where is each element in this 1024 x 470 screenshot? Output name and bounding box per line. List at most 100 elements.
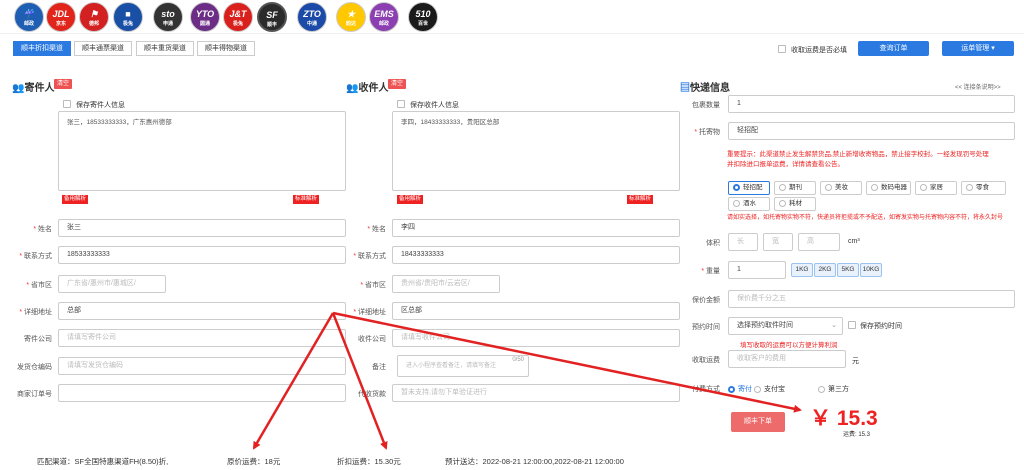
goods-input[interactable]: 轻招配	[728, 122, 1015, 140]
carrier-logo[interactable]: YTO 圆通	[190, 2, 220, 32]
recipient-phone-input[interactable]: 18433333333	[392, 246, 680, 264]
pickup-time-select[interactable]: 选择预约取件时间 ⌄	[728, 317, 843, 335]
goods-category-option[interactable]: 期刊	[774, 181, 816, 195]
fee-required-checkbox[interactable]	[778, 45, 786, 53]
carrier-logo-name: 德邦	[88, 21, 99, 27]
recipient-alt-parse-button[interactable]: 备用解析	[397, 195, 424, 204]
carrier-logo[interactable]: SF 顺丰	[257, 2, 287, 32]
remark-label: 备注	[372, 364, 386, 371]
carrier-logo-name: 顺丰	[266, 22, 277, 28]
carrier-logo-mark: YTO	[195, 9, 215, 19]
sender-name-input[interactable]: 张三	[58, 219, 346, 237]
goods-category-option[interactable]: 耗材	[774, 197, 816, 211]
goods-category-option[interactable]: 家居	[915, 181, 957, 195]
collect-fee-label: 收取运费	[692, 357, 720, 364]
carrier-logo[interactable]: EMS 邮政	[369, 2, 399, 32]
goods-category-option[interactable]: 零食	[961, 181, 1006, 195]
sender-std-parse-button[interactable]: 标准解析	[293, 195, 320, 204]
carrier-logo-name: 邮政	[23, 21, 34, 27]
discount-fee-text: 折扣运费：15.30元	[337, 457, 401, 466]
recipient-company-input[interactable]: 请填写收件公司	[392, 329, 680, 347]
save-pickup-time-checkbox[interactable]	[848, 321, 856, 329]
tab-dewu-channel[interactable]: 顺丰得物渠道	[197, 41, 255, 56]
sender-alt-parse-button[interactable]: 备用解析	[62, 195, 89, 204]
carrier-logo-mark: EMS	[374, 9, 394, 19]
package-count-input[interactable]: 1	[728, 95, 1015, 113]
original-fee-text: 原价运费：18元	[227, 457, 281, 466]
waybill-manage-button[interactable]: 运单管理 ▾	[942, 41, 1014, 56]
recipient-region-select[interactable]: 贵州省/贵阳市/云岩区/	[392, 275, 500, 293]
help-link[interactable]: << 连接条说明>>	[955, 82, 1001, 91]
weight-preset-2kg[interactable]: 2KG	[814, 263, 836, 277]
carrier-logo[interactable]: ⚑ 德邦	[79, 2, 109, 32]
carrier-logo[interactable]: ZTO 中通	[297, 2, 327, 32]
carrier-logo[interactable]: ■ 极兔	[113, 2, 143, 32]
collect-fee-input[interactable]: 收取客户的费用	[728, 350, 846, 368]
remark-counter: 0/50	[512, 357, 524, 363]
save-recipient-checkbox[interactable]	[397, 100, 405, 108]
sender-company-input[interactable]: 请填写寄件公司	[58, 329, 346, 347]
place-order-button[interactable]: 顺丰下单	[731, 412, 785, 432]
carrier-logo-name: 极兔	[122, 21, 133, 27]
carrier-logo[interactable]: 510 百世	[408, 2, 438, 32]
tab-discount-channel[interactable]: 顺丰折扣渠道	[13, 41, 71, 56]
sender-clear-button[interactable]: 清空	[54, 79, 73, 89]
carrier-logo[interactable]: JDL 京东	[46, 2, 76, 32]
remark-textarea[interactable]: 进入小程序查看备注，请填写备注 0/50	[397, 355, 529, 377]
insured-amount-input[interactable]: 保价费千分之五	[728, 290, 1015, 308]
carrier-logo-mark: ⚑	[89, 9, 99, 19]
sender-address-label: * 详细地址	[19, 309, 52, 316]
collect-payment-input[interactable]: 暂未支持,请勿下单验证进行	[392, 384, 680, 402]
recipient-paste-area[interactable]: 李四，18433333333，贵阳区总部	[392, 111, 680, 191]
goods-category-option[interactable]: 酒水	[728, 197, 770, 211]
carrier-logo[interactable]: ☔ 邮政	[14, 2, 44, 32]
payment-option-third[interactable]: 第三方	[818, 384, 849, 394]
volume-width-input[interactable]: 宽	[763, 233, 793, 251]
goods-category-option[interactable]: 美妆	[820, 181, 862, 195]
goods-category-option[interactable]: 数码电器	[866, 181, 911, 195]
carrier-logo-mark: 510	[415, 9, 431, 19]
sender-paste-area[interactable]: 张三，18533333333，广东惠州德部	[58, 111, 346, 191]
recipient-name-input[interactable]: 李四	[392, 219, 680, 237]
warehouse-code-input[interactable]: 请填写发货仓编码	[58, 357, 346, 375]
carrier-logo-name: 韵达	[345, 21, 356, 27]
sender-address-input[interactable]: 总部	[58, 302, 346, 320]
recipient-address-input[interactable]: 区总部	[392, 302, 680, 320]
carrier-logo-mark: ZTO	[303, 9, 321, 19]
carrier-logo-name: 百世	[417, 21, 428, 27]
collect-fee-unit: 元	[852, 358, 859, 365]
volume-length-input[interactable]: 长	[728, 233, 758, 251]
payment-option-alipay[interactable]: 支付宝	[754, 384, 785, 394]
weight-preset-5kg[interactable]: 5KG	[837, 263, 859, 277]
save-sender-checkbox[interactable]	[63, 100, 71, 108]
carrier-logo[interactable]: ★ 韵达	[336, 2, 366, 32]
carrier-logo-mark: SF	[266, 10, 278, 20]
category-warning: 请如实选择，如托寄物实物不符，快递员将拒揽或不予配送，如寄发实物与托寄物内容不符…	[727, 215, 1004, 221]
tab-ticket-channel[interactable]: 顺丰通票渠道	[74, 41, 132, 56]
recipient-address-label: * 详细地址	[353, 309, 386, 316]
recipient-clear-button[interactable]: 清空	[388, 79, 407, 89]
sender-phone-input[interactable]: 18533333333	[58, 246, 346, 264]
channel-toolbar: 顺丰折扣渠道 顺丰通票渠道 顺丰重货渠道 顺丰得物渠道 收取运费是否必填 查询订…	[0, 37, 1024, 59]
payment-option-sender[interactable]: 寄付	[728, 384, 752, 394]
volume-label: 体积	[706, 240, 720, 247]
volume-height-input[interactable]: 高	[798, 233, 840, 251]
carrier-logo-strip: ☔ 邮政 JDL 京东 ⚑ 德邦 ■ 极兔 sto 申通 YTO 圆通 J&T 极兔 SF 顺丰 ZTO 中通 ★ 韵…	[0, 0, 1024, 34]
sender-region-select[interactable]: 广东省/惠州市/惠城区/	[58, 275, 166, 293]
carrier-logo-mark: JDL	[52, 9, 70, 19]
weight-preset-1kg[interactable]: 1KG	[791, 263, 813, 277]
carrier-logo[interactable]: J&T 极兔	[223, 2, 253, 32]
merchant-order-input[interactable]	[58, 384, 346, 402]
sender-region-label: * 省市区	[26, 282, 52, 289]
carrier-logo-mark: sto	[161, 9, 175, 19]
goods-category-option[interactable]: 轻招配	[728, 181, 770, 195]
tab-heavy-channel[interactable]: 顺丰重货渠道	[136, 41, 194, 56]
recipient-std-parse-button[interactable]: 标准解析	[627, 195, 654, 204]
user-icon: 👥	[346, 83, 359, 94]
save-sender-label: 保存寄件人信息	[76, 102, 125, 109]
weight-input[interactable]: 1	[728, 261, 786, 279]
carrier-logo[interactable]: sto 申通	[153, 2, 183, 32]
query-order-button[interactable]: 查询订单	[858, 41, 929, 56]
weight-preset-10kg[interactable]: 10KG	[860, 263, 882, 277]
notice-text: 重要提示：此渠道禁止发生解禁货品,禁止新增收寄物品，禁止接字校封。一经发现罚号处…	[727, 151, 989, 168]
